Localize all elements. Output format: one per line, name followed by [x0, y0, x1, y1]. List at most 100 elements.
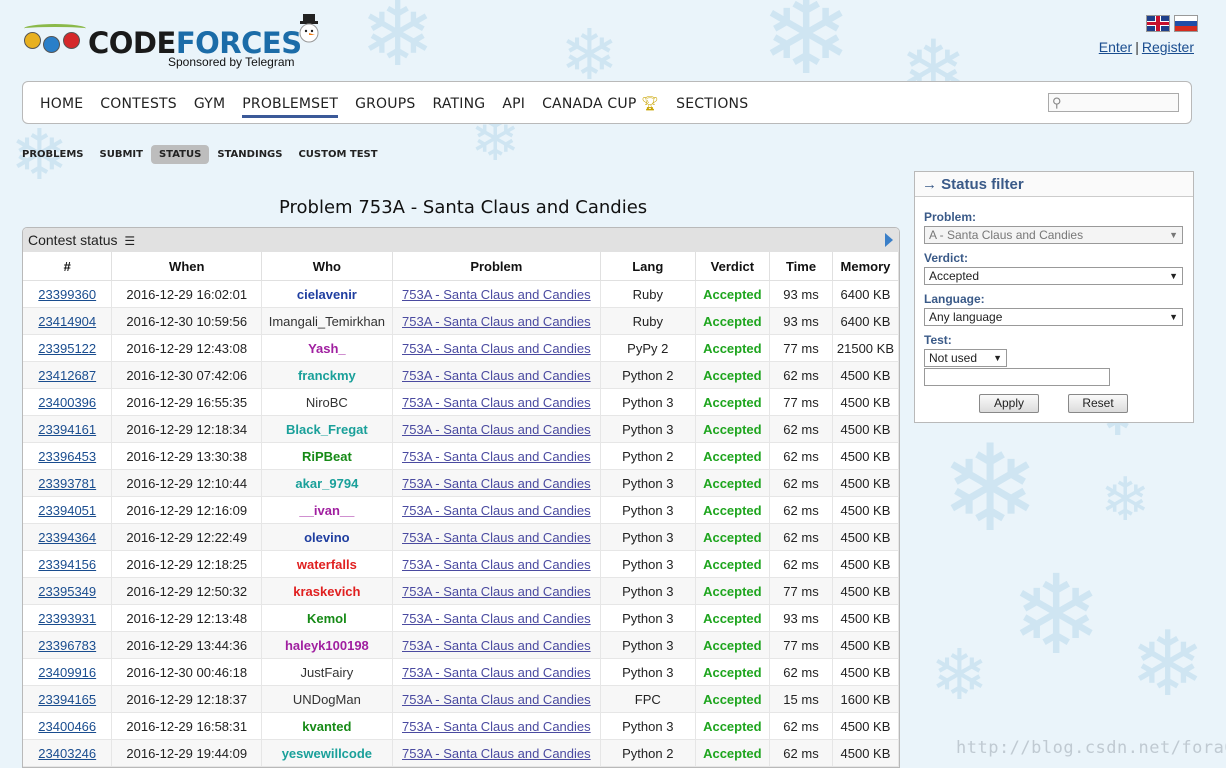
problem-link[interactable]: 753A - Santa Claus and Candies — [402, 719, 591, 734]
user-link[interactable]: NiroBC — [306, 395, 348, 410]
problem-link[interactable]: 753A - Santa Claus and Candies — [402, 422, 591, 437]
user-link[interactable]: RiPBeat — [302, 449, 352, 464]
tab-problems[interactable]: PROBLEMS — [22, 145, 92, 164]
user-link[interactable]: Kemol — [307, 611, 347, 626]
user-link[interactable]: __ivan__ — [299, 503, 354, 518]
tab-status[interactable]: STATUS — [150, 145, 210, 164]
menu-item-contests[interactable]: CONTESTS — [100, 96, 177, 118]
lang-cell: Python 2 — [600, 361, 696, 389]
search-input[interactable]: ⚲ — [1048, 93, 1179, 112]
who-cell: kvanted — [261, 712, 393, 740]
submission-id-cell: 23412687 — [23, 361, 113, 389]
submission-id-link[interactable]: 23393781 — [38, 476, 96, 491]
problem-link[interactable]: 753A - Santa Claus and Candies — [402, 611, 591, 626]
problem-link[interactable]: 753A - Santa Claus and Candies — [402, 638, 591, 653]
submission-id-link[interactable]: 23394156 — [38, 557, 96, 572]
problem-link[interactable]: 753A - Santa Claus and Candies — [402, 557, 591, 572]
menu-item-rating[interactable]: RATING — [432, 96, 485, 118]
problem-link[interactable]: 753A - Santa Claus and Candies — [402, 287, 591, 302]
menu-item-sections[interactable]: SECTIONS — [676, 96, 748, 118]
tab-submit[interactable]: SUBMIT — [92, 145, 151, 164]
submission-id-link[interactable]: 23394165 — [38, 692, 96, 707]
list-icon[interactable]: ☰ — [124, 234, 135, 248]
register-link[interactable]: Register — [1142, 39, 1194, 55]
problem-link[interactable]: 753A - Santa Claus and Candies — [402, 746, 591, 761]
who-cell: Kemol — [261, 604, 393, 632]
menu-item-groups[interactable]: GROUPS — [355, 96, 415, 118]
problem-link[interactable]: 753A - Santa Claus and Candies — [402, 530, 591, 545]
user-link[interactable]: waterfalls — [297, 557, 357, 572]
submission-id-link[interactable]: 23403246 — [38, 746, 96, 761]
time-cell: 62 ms — [769, 469, 833, 497]
user-link[interactable]: olevino — [304, 530, 350, 545]
submission-id-link[interactable]: 23393931 — [38, 611, 96, 626]
submission-id-link[interactable]: 23399360 — [38, 287, 96, 302]
panel-header: Contest status ☰ — [23, 228, 899, 252]
submission-id-cell: 23396453 — [23, 442, 113, 470]
problem-cell: 753A - Santa Claus and Candies — [392, 496, 601, 524]
arrow-right-icon[interactable] — [885, 233, 893, 247]
submission-id-link[interactable]: 23394161 — [38, 422, 96, 437]
codeforces-logo[interactable]: CODEFORCES Sponsored by Telegram — [22, 14, 322, 70]
memory-cell: 4500 KB — [832, 442, 899, 470]
problem-link[interactable]: 753A - Santa Claus and Candies — [402, 341, 591, 356]
menu-item-home[interactable]: HOME — [40, 96, 83, 118]
problem-link[interactable]: 753A - Santa Claus and Candies — [402, 584, 591, 599]
submission-id-link[interactable]: 23400466 — [38, 719, 96, 734]
submission-id-link[interactable]: 23395122 — [38, 341, 96, 356]
russian-flag-icon[interactable] — [1174, 15, 1198, 32]
language-select[interactable]: Any language ▼ — [924, 308, 1183, 326]
verdict-select[interactable]: Accepted ▼ — [924, 267, 1183, 285]
user-link[interactable]: JustFairy — [301, 665, 354, 680]
submission-id-link[interactable]: 23396783 — [38, 638, 96, 653]
user-link[interactable]: UNDogMan — [293, 692, 361, 707]
submission-id-link[interactable]: 23412687 — [38, 368, 96, 383]
user-link[interactable]: kraskevich — [293, 584, 360, 599]
who-cell: waterfalls — [261, 550, 393, 578]
problem-link[interactable]: 753A - Santa Claus and Candies — [402, 665, 591, 680]
user-link[interactable]: Imangali_Temirkhan — [269, 314, 385, 329]
user-link[interactable]: akar_9794 — [295, 476, 358, 491]
submission-id-link[interactable]: 23394364 — [38, 530, 96, 545]
submission-id-link[interactable]: 23394051 — [38, 503, 96, 518]
problem-link[interactable]: 753A - Santa Claus and Candies — [402, 314, 591, 329]
apply-button[interactable]: Apply — [979, 394, 1039, 413]
reset-button[interactable]: Reset — [1068, 394, 1128, 413]
menu-item-problemset[interactable]: PROBLEMSET — [242, 96, 339, 118]
submission-id-link[interactable]: 23400396 — [38, 395, 96, 410]
submission-id-link[interactable]: 23396453 — [38, 449, 96, 464]
submission-id-link[interactable]: 23414904 — [38, 314, 96, 329]
user-link[interactable]: haleyk100198 — [285, 638, 369, 653]
problem-link[interactable]: 753A - Santa Claus and Candies — [402, 368, 591, 383]
test-number-input[interactable] — [924, 368, 1110, 386]
menu-item-api[interactable]: API — [502, 96, 525, 118]
problem-select[interactable]: A - Santa Claus and Candies ▼ — [924, 226, 1183, 244]
memory-cell: 4500 KB — [832, 739, 899, 767]
submission-id-link[interactable]: 23395349 — [38, 584, 96, 599]
menu-item-gym[interactable]: GYM — [194, 96, 225, 118]
user-link[interactable]: kvanted — [302, 719, 351, 734]
user-link[interactable]: Yash_ — [308, 341, 346, 356]
user-link[interactable]: franckmy — [298, 368, 356, 383]
enter-link[interactable]: Enter — [1099, 39, 1132, 55]
problem-link[interactable]: 753A - Santa Claus and Candies — [402, 449, 591, 464]
user-link[interactable]: Black_Fregat — [286, 422, 368, 437]
problem-link[interactable]: 753A - Santa Claus and Candies — [402, 503, 591, 518]
watermark-text: http://blog.csdn.net/fora0 — [956, 738, 1226, 758]
table-row: 23399360 2016-12-29 16:02:01 cielavenir 753… — [23, 280, 899, 308]
english-flag-icon[interactable] — [1146, 15, 1170, 32]
lang-cell: Python 3 — [600, 712, 696, 740]
problem-link[interactable]: 753A - Santa Claus and Candies — [402, 395, 591, 410]
user-link[interactable]: yeswewillcode — [282, 746, 372, 761]
problem-link[interactable]: 753A - Santa Claus and Candies — [402, 476, 591, 491]
user-link[interactable]: cielavenir — [297, 287, 357, 302]
tab-custom-test[interactable]: CUSTOM TEST — [290, 145, 385, 164]
menu-item-canada-cup[interactable]: CANADA CUP 🏆︎ — [542, 96, 659, 118]
tab-standings[interactable]: STANDINGS — [209, 145, 290, 164]
problem-cell: 753A - Santa Claus and Candies — [392, 739, 601, 767]
test-select[interactable]: Not used ▼ — [924, 349, 1007, 367]
test-label: Test: — [924, 333, 952, 347]
problem-link[interactable]: 753A - Santa Claus and Candies — [402, 692, 591, 707]
ornament-icon — [63, 32, 80, 49]
submission-id-link[interactable]: 23409916 — [38, 665, 96, 680]
